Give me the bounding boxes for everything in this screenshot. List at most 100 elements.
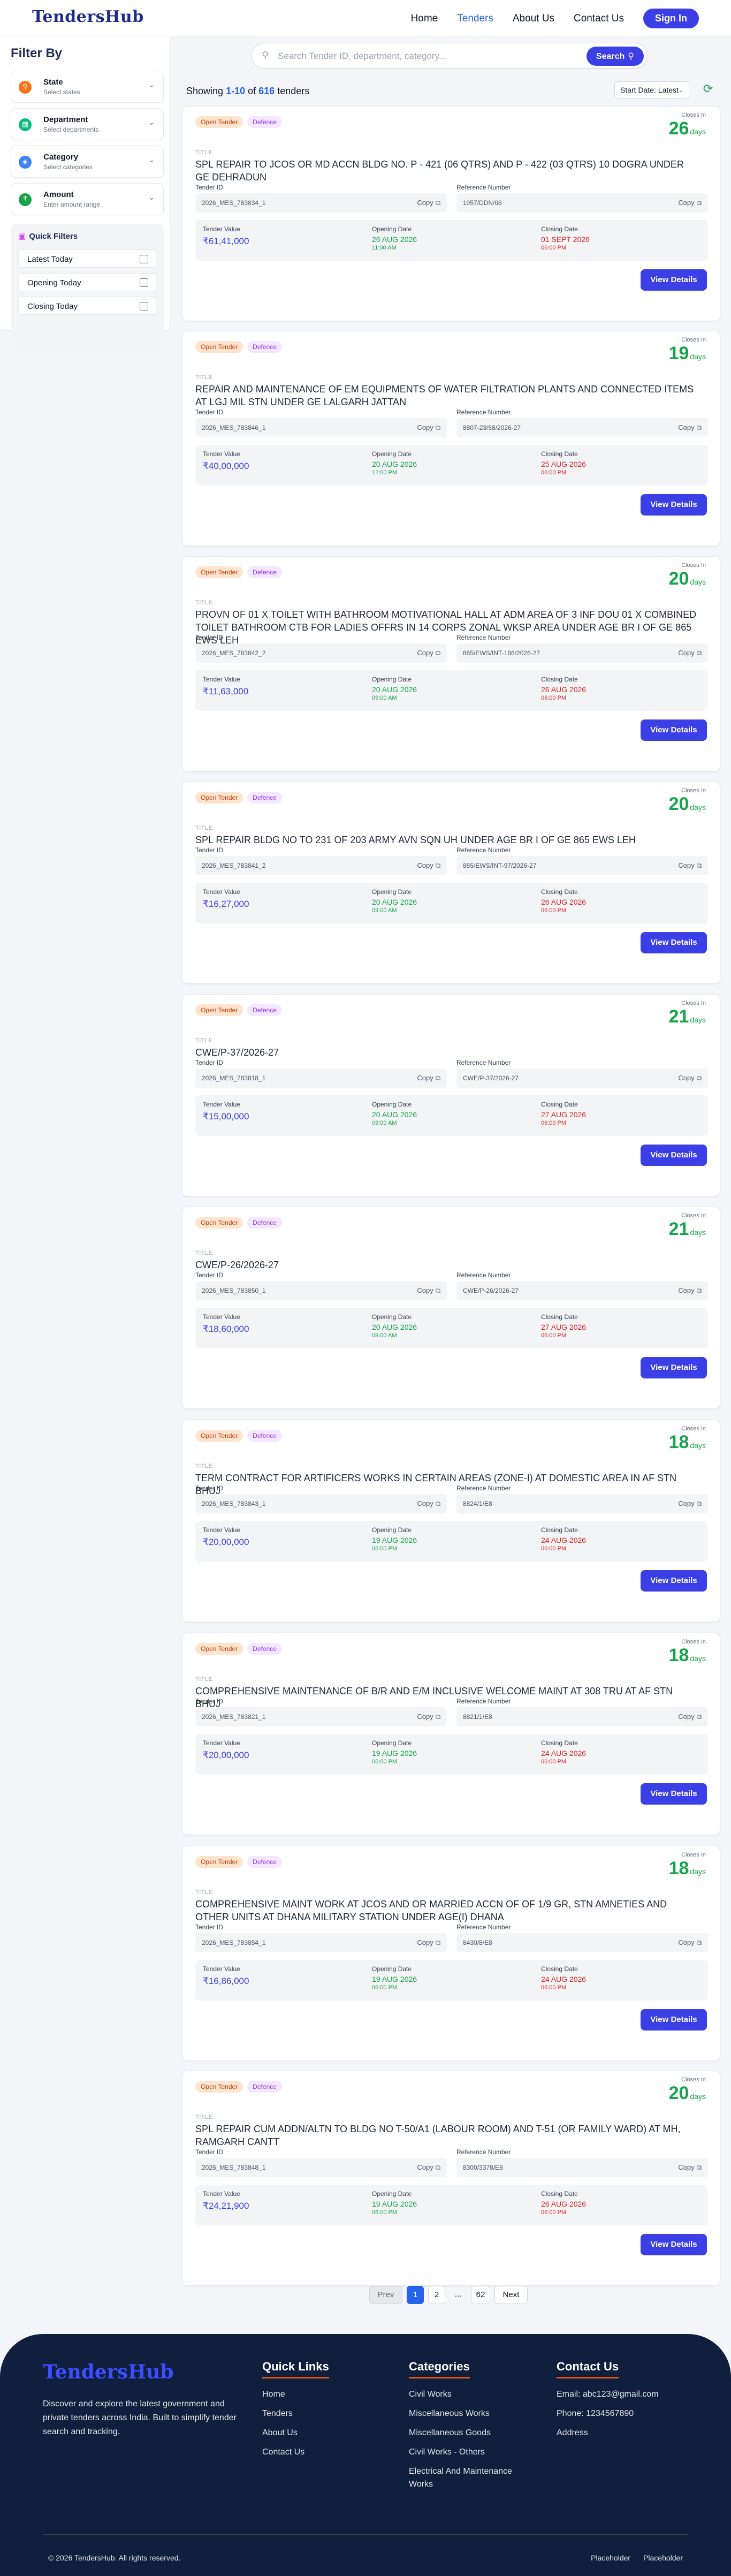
copy-button[interactable]: Copy ⧉ [678,1074,702,1082]
view-details-button[interactable]: View Details [641,1145,707,1166]
footer-bottom-link[interactable]: Placeholder [591,2554,630,2562]
refresh-icon[interactable]: ⟳ [700,81,716,97]
tender-badges: Open Tender Defence [195,566,282,578]
nav-home[interactable]: Home [411,13,438,25]
category-badge: Defence [247,1217,282,1229]
copy-button[interactable]: Copy ⧉ [417,649,440,657]
page-button[interactable]: 62 [471,2286,490,2304]
tender-title[interactable]: TERM CONTRACT FOR ARTIFICERS WORKS IN CE… [195,1472,698,1497]
filter-department[interactable]: ▦ Department Select departments ⌄ [11,108,164,140]
sort-select[interactable]: Start Date: Latest ⌄ [614,81,689,99]
copy-button[interactable]: Copy ⧉ [417,423,440,432]
logo[interactable]: TendersHub [32,7,144,26]
view-details-button[interactable]: View Details [641,494,707,516]
copy-button[interactable]: Copy ⧉ [678,2163,702,2172]
footer-link-about[interactable]: About Us [262,2427,329,2439]
footer-link-tenders[interactable]: Tenders [262,2407,329,2420]
closes-in: Closes In 20 days [669,787,706,817]
page-button[interactable]: 1 [407,2286,424,2304]
copy-button[interactable]: Copy ⧉ [417,1938,440,1947]
next-page-button[interactable]: Next [494,2286,528,2304]
tender-title[interactable]: REPAIR AND MAINTENANCE OF EM EQUIPMENTS … [195,383,698,408]
view-details-button[interactable]: View Details [641,269,707,291]
tender-title[interactable]: CWE/P-26/2026-27 [195,1259,698,1271]
footer-category-link[interactable]: Civil Works - Others [409,2446,527,2459]
prev-page-button[interactable]: Prev [369,2286,402,2304]
quick-filter-opening-today[interactable]: Opening Today [18,273,156,291]
nav-about[interactable]: About Us [513,13,554,25]
checkbox[interactable] [140,302,148,310]
view-details-button[interactable]: View Details [641,2234,707,2255]
search-button[interactable]: Search ⚲ [586,47,644,66]
footer-logo[interactable]: TendersHub [43,2361,173,2383]
footer-bottom-link[interactable]: Placeholder [643,2554,683,2562]
footer-link-home[interactable]: Home [262,2388,329,2401]
footer-category-link[interactable]: Electrical And Maintenance Works [409,2465,527,2491]
tender-id-field: 2026_MES_783850_1 Copy ⧉ [195,1281,447,1300]
tender-id-field: 2026_MES_783841_2 Copy ⧉ [195,856,447,875]
copy-button[interactable]: Copy ⧉ [417,199,440,207]
tender-title[interactable]: SPL REPAIR CUM ADDN/ALTN TO BLDG NO T-50… [195,2123,698,2148]
category-badge: Defence [247,1856,282,1868]
view-details-button[interactable]: View Details [641,1783,707,1805]
tender-values: Tender Value ₹15,00,000 Opening Date 20 AUG… [195,1095,708,1136]
checkbox[interactable] [140,278,148,287]
checkbox[interactable] [140,255,148,263]
tender-title[interactable]: SPL REPAIR BLDG NO TO 231 OF 203 ARMY AV… [195,834,698,846]
ref-number-field: 8821/1/E8 Copy ⧉ [456,1707,708,1726]
quick-filter-closing-today[interactable]: Closing Today [18,297,156,315]
copy-button[interactable]: Copy ⧉ [417,1499,440,1508]
nav-contact[interactable]: Contact Us [574,13,624,25]
copy-button[interactable]: Copy ⧉ [678,649,702,657]
copy-button[interactable]: Copy ⧉ [678,1938,702,1947]
quick-filters: ▣ Quick Filters Latest Today Opening Toda… [11,224,164,357]
copy-icon: ⧉ [696,1713,702,1721]
search-input[interactable] [278,48,556,65]
tender-id-field: 2026_MES_783846_1 Copy ⧉ [195,418,447,437]
view-details-button[interactable]: View Details [641,932,707,953]
footer-category-link[interactable]: Miscellaneous Goods [409,2427,527,2439]
page-button[interactable]: 2 [428,2286,445,2304]
quick-filter-latest-today[interactable]: Latest Today [18,249,156,268]
status-badge: Open Tender [195,792,243,804]
copy-button[interactable]: Copy ⧉ [678,1286,702,1295]
view-details-button[interactable]: View Details [641,1570,707,1592]
sign-in-button[interactable]: Sign In [643,9,699,28]
copy-button[interactable]: Copy ⧉ [417,1713,440,1721]
title-label: TITLE [195,1889,213,1896]
tender-title[interactable]: SPL REPAIR TO JCOs OR MD ACCN BLDG NO. P… [195,158,698,184]
footer-category-link[interactable]: Civil Works [409,2388,527,2401]
tender-title[interactable]: CWE/P-37/2026-27 [195,1046,698,1059]
status-badge: Open Tender [195,1217,243,1229]
tender-badges: Open Tender Defence [195,792,282,804]
filter-category[interactable]: ◈ Category Select categories ⌄ [11,146,164,178]
filter-amount[interactable]: ₹ Amount Enter amount range ⌄ [11,183,164,215]
copy-button[interactable]: Copy ⧉ [417,861,440,870]
ref-number-field: 8430/8/E8 Copy ⧉ [456,1933,708,1952]
opening-date: Opening Date 20 AUG 2026 09:00 AM [372,1313,417,1339]
ref-number-label: Reference Number [456,1698,511,1705]
copy-button[interactable]: Copy ⧉ [678,199,702,207]
footer-address: Address [557,2428,588,2437]
copy-button[interactable]: Copy ⧉ [678,861,702,870]
tender-title[interactable]: PROVN OF 01 X TOILET WITH BATHROOM MOTIV… [195,608,698,647]
view-details-button[interactable]: View Details [641,2009,707,2031]
view-details-button[interactable]: View Details [641,719,707,741]
copy-button[interactable]: Copy ⧉ [417,1074,440,1082]
view-details-button[interactable]: View Details [641,1357,707,1378]
copy-button[interactable]: Copy ⧉ [678,1499,702,1508]
copy-button[interactable]: Copy ⧉ [678,423,702,432]
title-label: TITLE [195,1676,213,1683]
tender-title[interactable]: COMPREHENSIVE MAINT WORK AT JCOs AND OR … [195,1898,698,1923]
days-remaining: 18 days [668,1432,706,1452]
copy-button[interactable]: Copy ⧉ [417,2163,440,2172]
page-ellipsis: ... [454,2290,462,2299]
filter-state[interactable]: ⚲ State Select states ⌄ [11,71,164,103]
footer-category-link[interactable]: Miscellaneous Works [409,2407,527,2420]
tender-title[interactable]: COMPREHENSIVE MAINTENANCE OF B/R AND E/M… [195,1685,698,1710]
copy-button[interactable]: Copy ⧉ [417,1286,440,1295]
copy-button[interactable]: Copy ⧉ [678,1713,702,1721]
closes-in: Closes In 18 days [669,1426,706,1456]
nav-tenders[interactable]: Tenders [457,13,493,25]
footer-link-contact[interactable]: Contact Us [262,2446,329,2459]
